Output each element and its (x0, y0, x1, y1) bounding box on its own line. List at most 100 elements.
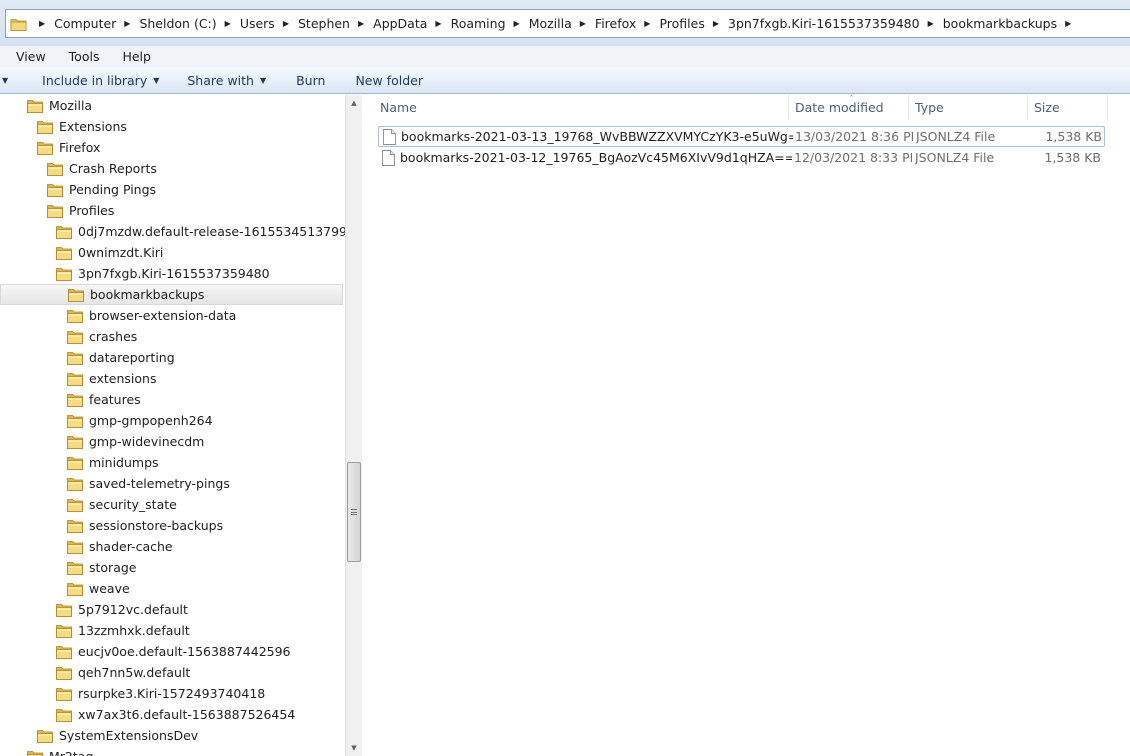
breadcrumb-item[interactable]: ▶ Roaming (427, 10, 505, 37)
breadcrumb-chevron-icon[interactable]: ▶ (124, 19, 130, 28)
tree-item[interactable]: qeh7nn5w.default (56, 662, 190, 683)
tree-item[interactable]: 5p7912vc.default (56, 599, 188, 620)
tree-item[interactable]: gmp-gmpopenh264 (67, 410, 213, 431)
breadcrumb-chevron-icon[interactable]: ▶ (358, 19, 364, 28)
folder-icon (56, 246, 72, 260)
navigation-scrollbar[interactable]: ▲ ▼ (345, 95, 362, 756)
tree-item[interactable]: Mr2tag (27, 746, 93, 756)
share-with-button[interactable]: Share with ▼ (187, 73, 266, 88)
breadcrumb-label[interactable]: 3pn7fxgb.Kiri-1615537359480 (728, 16, 920, 31)
breadcrumb-label[interactable]: Roaming (451, 16, 506, 31)
breadcrumb-item[interactable]: ▶ Sheldon (C:) (116, 10, 216, 37)
column-header-date-label: Date modified (795, 100, 884, 115)
folder-icon (67, 540, 83, 554)
organize-caret[interactable]: ▼ (2, 76, 8, 85)
tree-item[interactable]: Crash Reports (47, 158, 157, 179)
folder-icon (67, 435, 83, 449)
breadcrumb-label[interactable]: Sheldon (C:) (139, 16, 216, 31)
column-header-type[interactable]: Type (909, 95, 1028, 120)
tree-item[interactable]: 13zzmhxk.default (56, 620, 190, 641)
tree-item[interactable]: Mozilla (27, 95, 92, 116)
tree-item[interactable]: gmp-widevinecdm (67, 431, 204, 452)
burn-button[interactable]: Burn (296, 73, 325, 88)
tree-item[interactable]: browser-extension-data (67, 305, 236, 326)
tree-item[interactable]: security_state (67, 494, 177, 515)
include-in-library-button[interactable]: Include in library ▼ (42, 73, 159, 88)
breadcrumb-label[interactable]: Profiles (659, 16, 704, 31)
scroll-up-arrow-icon[interactable]: ▲ (346, 95, 362, 111)
navigation-pane[interactable]: Mozilla Extensions Firefox Crash Reports Pen… (0, 95, 345, 756)
tree-item[interactable]: SystemExtensionsDev (37, 725, 198, 746)
column-header-size[interactable]: Size (1028, 95, 1108, 120)
new-folder-button[interactable]: New folder (355, 73, 423, 88)
breadcrumb-chevron-icon[interactable]: ▶ (225, 19, 231, 28)
scroll-thumb[interactable] (347, 462, 361, 562)
folder-icon (27, 750, 43, 756)
tree-item[interactable]: Extensions (37, 116, 127, 137)
tree-item[interactable]: rsurpke3.Kiri-1572493740418 (56, 683, 265, 704)
breadcrumb-chevron-icon[interactable]: ▶ (514, 19, 520, 28)
folder-icon (67, 582, 83, 596)
folder-icon (67, 330, 83, 344)
breadcrumb-chevron-icon[interactable]: ▶ (928, 19, 934, 28)
tree-item[interactable]: crashes (67, 326, 137, 347)
tree-item[interactable]: 0wnimzdt.Kiri (56, 242, 163, 263)
breadcrumb-label[interactable]: Stephen (298, 16, 350, 31)
tree-item[interactable]: minidumps (67, 452, 159, 473)
tree-item[interactable]: extensions (67, 368, 156, 389)
tree-item[interactable]: 3pn7fxgb.Kiri-1615537359480 (56, 263, 270, 284)
folder-icon (27, 99, 43, 113)
breadcrumb-label[interactable]: Users (240, 16, 275, 31)
menu-item-tools[interactable]: Tools (61, 49, 107, 64)
breadcrumb-chevron-icon[interactable]: ▶ (39, 19, 45, 28)
tree-item[interactable]: xw7ax3t6.default-1563887526454 (56, 704, 295, 725)
breadcrumb-label[interactable]: Firefox (595, 16, 636, 31)
breadcrumb-item[interactable]: ▶ Users (217, 10, 275, 37)
file-row[interactable]: bookmarks-2021-03-13_19768_WvBBWZZXVMYCz… (378, 126, 1105, 147)
folder-icon (47, 183, 63, 197)
tree-item-label: 5p7912vc.default (78, 602, 188, 617)
tree-item[interactable]: Firefox (37, 137, 100, 158)
file-list[interactable]: Name ⌃ Date modified Type Size bookmarks… (362, 94, 1130, 756)
breadcrumb-label[interactable]: AppData (373, 16, 427, 31)
breadcrumb-item[interactable]: ▶ Profiles (636, 10, 705, 37)
tree-item[interactable]: eucjv0oe.default-1563887442596 (56, 641, 291, 662)
breadcrumb-label[interactable]: bookmarkbackups (943, 16, 1057, 31)
breadcrumb-item[interactable]: ▶ AppData (350, 10, 427, 37)
menu-item-view[interactable]: View (8, 49, 53, 64)
breadcrumb-label[interactable]: Mozilla (529, 16, 572, 31)
column-header-date-modified[interactable]: ⌃ Date modified (789, 94, 909, 120)
breadcrumb-chevron-icon[interactable]: ▶ (283, 19, 289, 28)
breadcrumb-item[interactable]: ▶ Computer (31, 10, 116, 37)
breadcrumb-chevron-icon[interactable]: ▶ (435, 19, 441, 28)
breadcrumb-item[interactable]: ▶ bookmarkbackups (920, 10, 1058, 37)
breadcrumb-chevron-icon[interactable]: ▶ (580, 19, 586, 28)
menu-item-help[interactable]: Help (114, 49, 158, 64)
tree-item[interactable]: shader-cache (67, 536, 173, 557)
breadcrumb-item[interactable]: ▶ Stephen (275, 10, 350, 37)
breadcrumb-label[interactable]: Computer (54, 16, 116, 31)
tree-item[interactable]: sessionstore-backups (67, 515, 223, 536)
tree-item[interactable]: Profiles (47, 200, 114, 221)
scroll-down-arrow-icon[interactable]: ▼ (346, 740, 362, 756)
address-bar[interactable]: ▶ Computer ▶ Sheldon (C:) ▶ Users ▶ Stephen ▶ App… (5, 9, 1130, 38)
tree-item[interactable]: features (67, 389, 141, 410)
breadcrumb-chevron-icon[interactable]: ▶ (1065, 19, 1071, 28)
breadcrumb-item[interactable]: ▶ 3pn7fxgb.Kiri-1615537359480 (705, 10, 920, 37)
breadcrumb-item[interactable]: ▶ Mozilla (506, 10, 572, 37)
tree-item[interactable]: Pending Pings (47, 179, 156, 200)
breadcrumb-item[interactable]: ▶ Firefox (572, 10, 637, 37)
tree-item-label: saved-telemetry-pings (89, 476, 230, 491)
tree-item[interactable]: storage (67, 557, 137, 578)
column-header-name[interactable]: Name (374, 95, 789, 120)
tree-item[interactable]: bookmarkbackups (0, 284, 343, 305)
breadcrumb-chevron-icon[interactable]: ▶ (644, 19, 650, 28)
breadcrumb-chevron-icon[interactable]: ▶ (713, 19, 719, 28)
tree-item[interactable]: datareporting (67, 347, 175, 368)
tree-item-label: Mr2tag (49, 749, 93, 756)
tree-item[interactable]: weave (67, 578, 130, 599)
tree-item[interactable]: saved-telemetry-pings (67, 473, 230, 494)
tree-item[interactable]: 0dj7mzdw.default-release-1615534513799 (56, 221, 345, 242)
file-row[interactable]: bookmarks-2021-03-12_19765_BgAozVc45M6XI… (378, 147, 1105, 168)
folder-icon (67, 393, 83, 407)
